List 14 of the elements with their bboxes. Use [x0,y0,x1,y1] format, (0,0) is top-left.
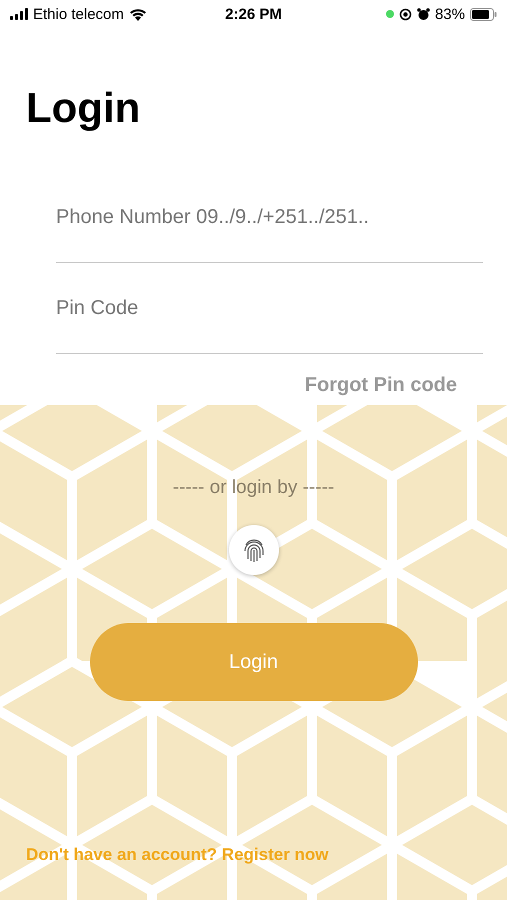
battery-icon [470,8,497,20]
fingerprint-icon [242,537,264,563]
page-title: Login [26,84,142,132]
status-time: 2:26 PM [225,6,282,22]
carrier-name: Ethio telecom [33,6,124,22]
register-link[interactable]: Don't have an account? Register now [26,845,329,865]
battery-percent: 83% [434,6,465,22]
login-button[interactable]: Login [90,623,418,701]
signal-icon [10,8,28,20]
wifi-icon [128,8,147,20]
input-field[interactable]: Pin Code [56,263,483,354]
input-field[interactable]: Phone Number 09../9../+251../251.. [56,172,483,263]
forgot-pin-link[interactable]: Forgot Pin code [304,374,457,397]
dot-icon [386,10,394,18]
